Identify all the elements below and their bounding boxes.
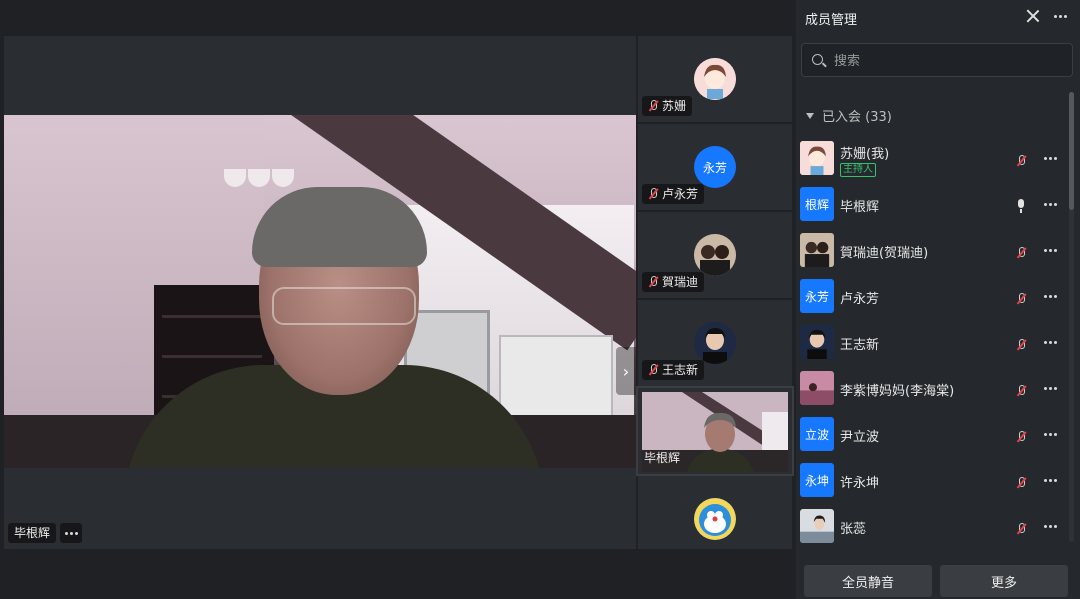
- avatar: [694, 58, 736, 100]
- member-more-icon[interactable]: [1044, 479, 1057, 482]
- member-name: 毕根辉: [840, 200, 880, 215]
- thumbnail-tile[interactable]: [638, 476, 792, 549]
- avatar: 永芳: [800, 279, 834, 313]
- member-row[interactable]: 王志新: [796, 320, 1066, 366]
- member-more-icon[interactable]: [1044, 157, 1057, 160]
- main-video-more-button[interactable]: [60, 523, 82, 543]
- member-row[interactable]: 根辉 毕根辉: [796, 182, 1066, 228]
- panel-title: 成员管理: [805, 13, 858, 28]
- main-speaker-name: 毕根辉: [14, 526, 51, 540]
- member-name: 许永坤: [840, 476, 880, 491]
- mute-all-button[interactable]: 全员静音: [804, 565, 932, 597]
- mic-muted-icon[interactable]: [1016, 336, 1026, 355]
- mic-muted-icon: [648, 276, 658, 288]
- thumbnail-name-tag: 王志新: [642, 360, 705, 380]
- member-name: 卢永芳: [840, 292, 880, 307]
- avatar: 立波: [800, 417, 834, 451]
- more-button[interactable]: 更多: [940, 565, 1068, 597]
- member-row[interactable]: 苏姗(我) 主持人: [796, 136, 1066, 182]
- main-video-stage: › 毕根辉: [4, 36, 636, 549]
- member-row[interactable]: 李紫博妈妈(李海棠): [796, 366, 1066, 412]
- member-more-icon[interactable]: [1044, 203, 1057, 206]
- thumbnail-name-tag: 毕根辉: [644, 451, 681, 465]
- member-more-icon[interactable]: [1044, 295, 1057, 298]
- member-management-panel: 成员管理 已入会 (33) 苏姗(我) 主持人 根辉 毕根辉: [796, 0, 1080, 599]
- member-search[interactable]: [801, 43, 1073, 77]
- thumbnail-tile[interactable]: 王志新: [638, 300, 792, 386]
- joined-group-header[interactable]: 已入会 (33): [806, 106, 892, 125]
- mic-muted-icon[interactable]: [1016, 474, 1026, 493]
- mic-muted-icon[interactable]: [1016, 244, 1026, 263]
- avatar: [800, 325, 834, 359]
- member-more-icon[interactable]: [1044, 433, 1057, 436]
- member-name: 张蕊: [840, 522, 867, 537]
- member-more-icon[interactable]: [1044, 341, 1057, 344]
- member-more-icon[interactable]: [1044, 525, 1057, 528]
- thumbnail-tile[interactable]: 賀瑞迪: [638, 212, 792, 298]
- thumbnail-name-tag: 賀瑞迪: [642, 272, 705, 292]
- member-row[interactable]: 永坤 许永坤: [796, 458, 1066, 504]
- search-icon: [812, 54, 823, 65]
- member-name: 李紫博妈妈(李海棠): [840, 384, 955, 399]
- member-row[interactable]: 賀瑞迪(贺瑞迪): [796, 228, 1066, 274]
- avatar: [694, 322, 736, 364]
- thumbnail-tile[interactable]: 苏姗: [638, 36, 792, 122]
- main-speaker-name-tag: 毕根辉: [8, 523, 57, 543]
- thumbnail-tile[interactable]: 永芳 卢永芳: [638, 124, 792, 210]
- member-more-icon[interactable]: [1044, 387, 1057, 390]
- mic-muted-icon[interactable]: [1016, 382, 1026, 401]
- host-badge: 主持人: [840, 163, 876, 177]
- thumbnail-tile-active[interactable]: 毕根辉: [636, 386, 794, 476]
- member-row[interactable]: 永芳 卢永芳: [796, 274, 1066, 320]
- avatar: [800, 509, 834, 543]
- avatar: [694, 498, 736, 540]
- avatar: [800, 233, 834, 267]
- avatar: 根辉: [800, 187, 834, 221]
- member-list: 苏姗(我) 主持人 根辉 毕根辉 賀瑞迪(贺瑞迪) 永芳 卢永芳 王志新 李紫博…: [796, 136, 1066, 546]
- mic-on-icon[interactable]: [1016, 198, 1026, 217]
- thumbnail-name-tag: 苏姗: [642, 96, 693, 116]
- close-icon[interactable]: [1026, 9, 1040, 23]
- meeting-top-bar: [0, 0, 796, 36]
- member-name: 尹立波: [840, 430, 880, 445]
- ceiling-lamp: [224, 155, 294, 195]
- mic-muted-icon[interactable]: [1016, 290, 1026, 309]
- next-page-arrow-icon[interactable]: ›: [616, 347, 636, 395]
- member-row[interactable]: 立波 尹立波: [796, 412, 1066, 458]
- member-list-scrollbar[interactable]: [1069, 92, 1074, 542]
- joined-group-label: 已入会 (33): [822, 110, 892, 125]
- avatar: [800, 371, 834, 405]
- member-name: 王志新: [840, 338, 880, 353]
- mic-muted-icon[interactable]: [1016, 520, 1026, 539]
- member-row[interactable]: 张蕊: [796, 504, 1066, 546]
- more-dots-icon: [64, 531, 78, 535]
- avatar: 永芳: [694, 146, 736, 188]
- caret-down-icon: [806, 112, 814, 119]
- search-input[interactable]: [832, 51, 1066, 71]
- member-name: 賀瑞迪(贺瑞迪): [840, 246, 929, 261]
- avatar: [694, 234, 736, 276]
- avatar: 永坤: [800, 463, 834, 497]
- mic-muted-icon: [648, 100, 658, 112]
- member-name: 苏姗(我): [840, 147, 890, 162]
- participant-thumbnails: 苏姗 永芳 卢永芳 賀瑞迪 王志新 毕根辉: [636, 36, 794, 549]
- mic-muted-icon: [648, 188, 658, 200]
- mic-muted-icon[interactable]: [1016, 152, 1026, 171]
- member-more-icon[interactable]: [1044, 249, 1057, 252]
- mic-muted-icon[interactable]: [1016, 428, 1026, 447]
- mic-muted-icon: [648, 364, 658, 376]
- main-video-feed[interactable]: ›: [4, 115, 636, 468]
- thumbnail-name-tag: 卢永芳: [642, 184, 705, 204]
- avatar: [800, 141, 834, 175]
- panel-more-icon[interactable]: [1054, 15, 1067, 18]
